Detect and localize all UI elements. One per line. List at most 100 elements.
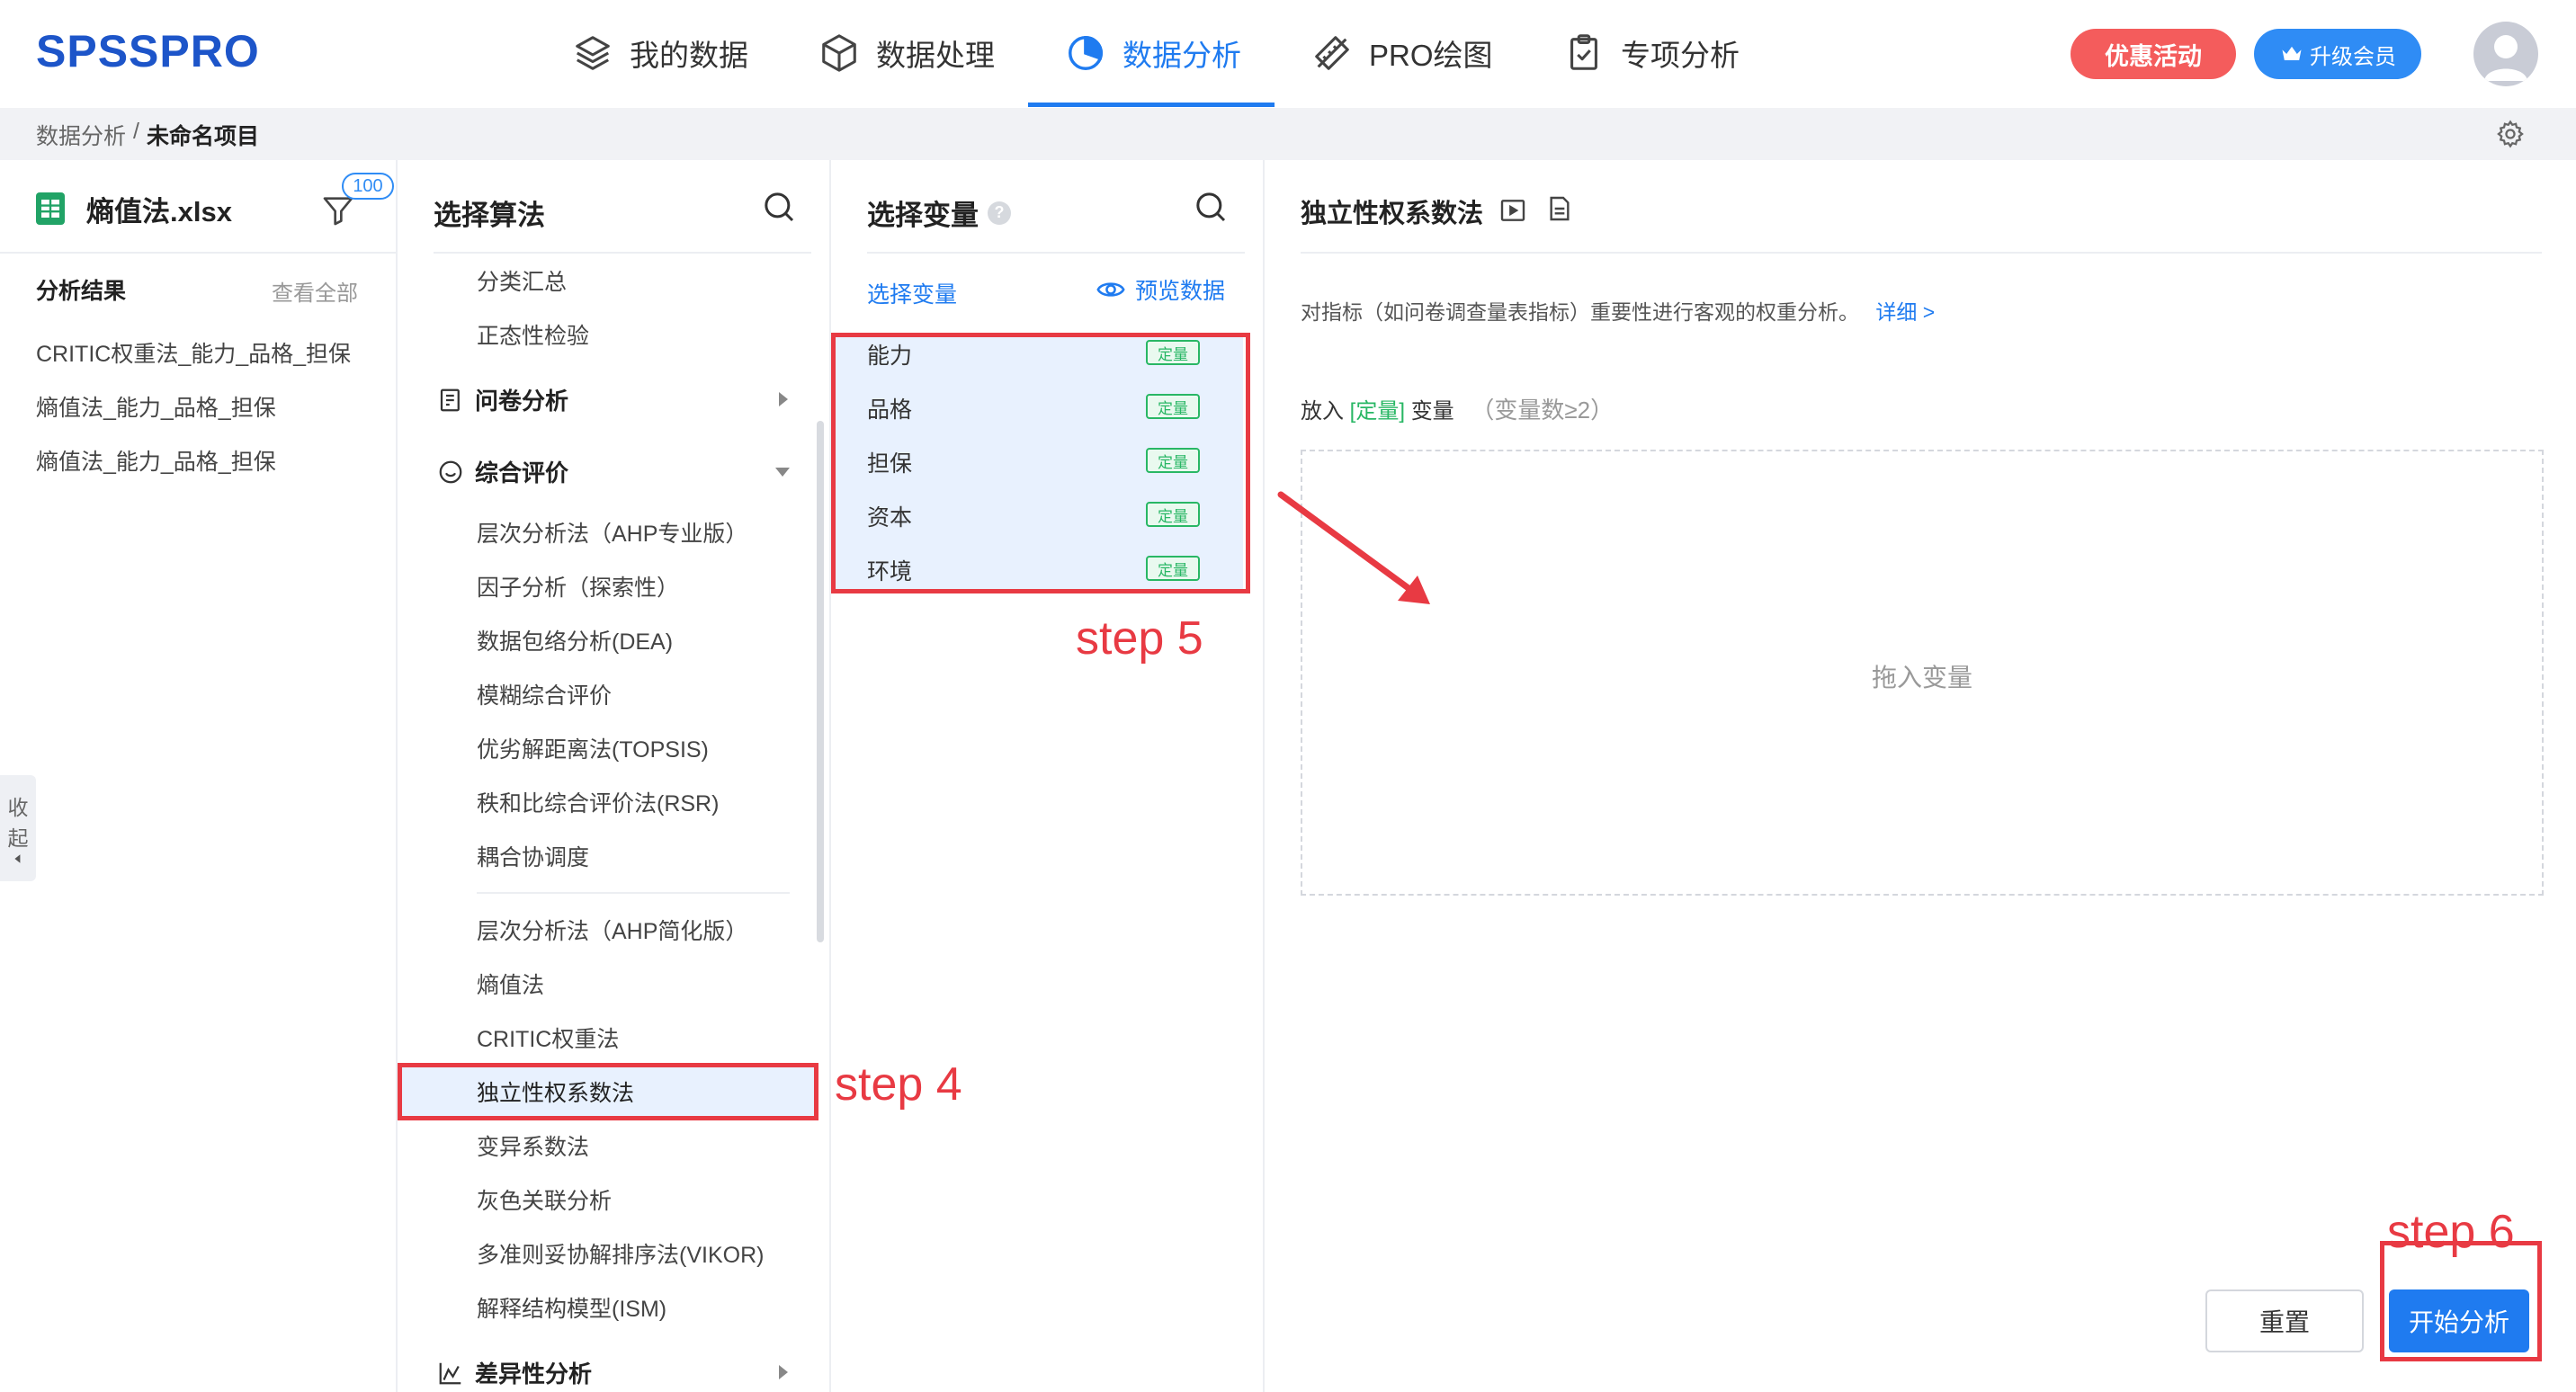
drop-zone-placeholder: 拖入变量	[1871, 664, 1972, 692]
algorithm-item[interactable]: 灰色关联分析	[477, 1183, 612, 1216]
caret-down-icon	[775, 468, 790, 477]
nav-pro-plot[interactable]: PRO绘图	[1311, 0, 1493, 106]
algorithm-group-comprehensive[interactable]: 综合评价	[437, 455, 568, 488]
view-all-link[interactable]: 查看全部	[272, 275, 358, 307]
algorithm-item[interactable]: 优劣解距离法(TOPSIS)	[477, 732, 709, 764]
annotation-box-step4	[398, 1063, 818, 1120]
top-navigation-bar: SPSSPRO 我的数据 数据处理 数据分析 PRO绘图 专项分析 优惠活动 升…	[0, 0, 2576, 108]
eye-icon	[1096, 282, 1125, 297]
breadcrumb: 数据分析 / 未命名项目	[36, 119, 259, 151]
divider	[477, 892, 790, 894]
caret-right-icon	[779, 1365, 788, 1379]
document-icon[interactable]	[1545, 194, 1574, 223]
drop-label-suffix: 变量	[1410, 399, 1454, 424]
variable-panel-title-text: 选择变量	[867, 200, 979, 231]
drop-label-prefix: 放入	[1301, 399, 1344, 424]
upgrade-vip-label: 升级会员	[2310, 44, 2396, 69]
variable-drop-zone[interactable]: 拖入变量	[1301, 450, 2544, 896]
active-tab-underline	[1028, 103, 1275, 107]
algorithm-item[interactable]: 变异系数法	[477, 1129, 589, 1162]
nav-label: 专项分析	[1621, 39, 1740, 72]
method-description-text: 对指标（如问卷调查量表指标）重要性进行客观的权重分析。	[1301, 300, 1859, 324]
collapse-sidebar-handle[interactable]: 收 起	[0, 775, 36, 881]
search-icon[interactable]	[761, 189, 797, 225]
group-label: 问卷分析	[475, 388, 569, 415]
annotation-step5: step 5	[1076, 612, 1203, 665]
algorithm-group-difference[interactable]: 差异性分析	[437, 1356, 592, 1389]
nav-special-analysis[interactable]: 专项分析	[1563, 0, 1740, 106]
search-icon[interactable]	[1193, 189, 1229, 225]
algorithm-item[interactable]: 分类汇总	[477, 264, 567, 297]
select-variable-tab[interactable]: 选择变量	[867, 277, 957, 309]
breadcrumb-bar: 数据分析 / 未命名项目	[0, 108, 2576, 160]
annotation-box-step6	[2380, 1241, 2542, 1361]
filter-count-badge: 100	[342, 173, 394, 200]
spreadsheet-icon	[36, 192, 65, 225]
variable-panel-title: 选择变量 ?	[867, 192, 1011, 233]
result-item[interactable]: 熵值法_能力_品格_担保	[36, 444, 276, 477]
algorithm-item[interactable]: 正态性检验	[477, 318, 589, 351]
nav-my-data[interactable]: 我的数据	[572, 0, 748, 106]
promo-button[interactable]: 优惠活动	[2071, 29, 2236, 79]
method-detail-link[interactable]: 详细 >	[1875, 300, 1935, 324]
method-description: 对指标（如问卷调查量表指标）重要性进行客观的权重分析。 详细 >	[1301, 295, 1935, 326]
help-icon[interactable]: ?	[988, 201, 1011, 225]
algorithm-item[interactable]: 模糊综合评价	[477, 678, 612, 710]
upgrade-vip-button[interactable]: 升级会员	[2254, 29, 2421, 79]
results-heading: 分析结果	[36, 279, 127, 304]
app-logo[interactable]: SPSSPRO	[36, 25, 260, 77]
nav-data-processing[interactable]: 数据处理	[818, 0, 995, 106]
pie-chart-icon	[1069, 36, 1103, 70]
algorithm-item[interactable]: 因子分析（探索性）	[477, 570, 679, 602]
user-avatar[interactable]	[2473, 22, 2538, 86]
collapse-label-2: 起	[7, 826, 29, 850]
algorithm-item[interactable]: 熵值法	[477, 968, 544, 1000]
algorithm-item[interactable]: 耦合协调度	[477, 840, 589, 872]
group-label: 综合评价	[475, 460, 569, 486]
gear-icon[interactable]	[2495, 119, 2526, 149]
scrollbar[interactable]	[817, 421, 824, 942]
breadcrumb-separator: /	[133, 119, 139, 144]
drop-label-hint: （变量数≥2）	[1471, 397, 1614, 424]
user-icon	[2484, 35, 2527, 81]
algorithm-panel: 选择算法 分类汇总 正态性检验 问卷分析 综合评价 层次分析法（AHP专业版） …	[398, 160, 831, 1392]
layers-icon	[576, 36, 610, 70]
caret-left-icon	[14, 854, 21, 863]
algorithm-item[interactable]: CRITIC权重法	[477, 1022, 619, 1054]
annotation-step6: step 6	[2387, 1206, 2515, 1258]
collapse-label-1: 收	[7, 796, 29, 819]
cube-icon	[822, 34, 856, 72]
divider	[1301, 252, 2542, 254]
nav-data-analysis[interactable]: 数据分析	[1065, 0, 1241, 106]
breadcrumb-current: 未命名项目	[146, 124, 259, 149]
result-item[interactable]: CRITIC权重法_能力_品格_担保	[36, 336, 351, 369]
breadcrumb-root[interactable]: 数据分析	[36, 119, 126, 151]
algorithm-item[interactable]: 解释结构模型(ISM)	[477, 1291, 666, 1324]
result-item[interactable]: 熵值法_能力_品格_担保	[36, 390, 276, 423]
divider	[434, 252, 811, 254]
algorithm-item[interactable]: 秩和比综合评价法(RSR)	[477, 786, 719, 818]
group-label: 差异性分析	[475, 1361, 593, 1388]
method-title: 独立性权系数法	[1301, 200, 1484, 228]
ruler-pencil-icon	[1315, 36, 1349, 70]
nav-label: PRO绘图	[1369, 39, 1493, 72]
file-panel: 熵值法.xlsx 100 分析结果 查看全部 CRITIC权重法_能力_品格_担…	[0, 160, 398, 1392]
drop-label-type: [定量]	[1349, 399, 1406, 424]
nav-label: 数据处理	[876, 39, 995, 72]
file-header: 熵值法.xlsx 100	[0, 160, 396, 254]
questionnaire-icon	[440, 388, 460, 411]
file-name[interactable]: 熵值法.xlsx	[86, 189, 232, 229]
algorithm-item[interactable]: 多准则妥协解排序法(VIKOR)	[477, 1237, 764, 1270]
algorithm-group-questionnaire[interactable]: 问卷分析	[437, 383, 568, 416]
nav-label: 数据分析	[1123, 39, 1241, 72]
video-tutorial-icon[interactable]	[1498, 196, 1527, 225]
clipboard-check-icon	[1570, 34, 1597, 70]
reset-button[interactable]: 重置	[2205, 1289, 2364, 1352]
preview-data-button[interactable]: 预览数据	[1096, 273, 1225, 306]
divider	[867, 252, 1245, 254]
algorithm-item[interactable]: 层次分析法（AHP简化版）	[477, 914, 747, 946]
algorithm-item[interactable]: 层次分析法（AHP专业版）	[477, 516, 747, 549]
annotation-arrow-icon	[1277, 491, 1430, 604]
algorithm-item[interactable]: 数据包络分析(DEA)	[477, 624, 673, 656]
annotation-step4: step 4	[835, 1058, 962, 1111]
